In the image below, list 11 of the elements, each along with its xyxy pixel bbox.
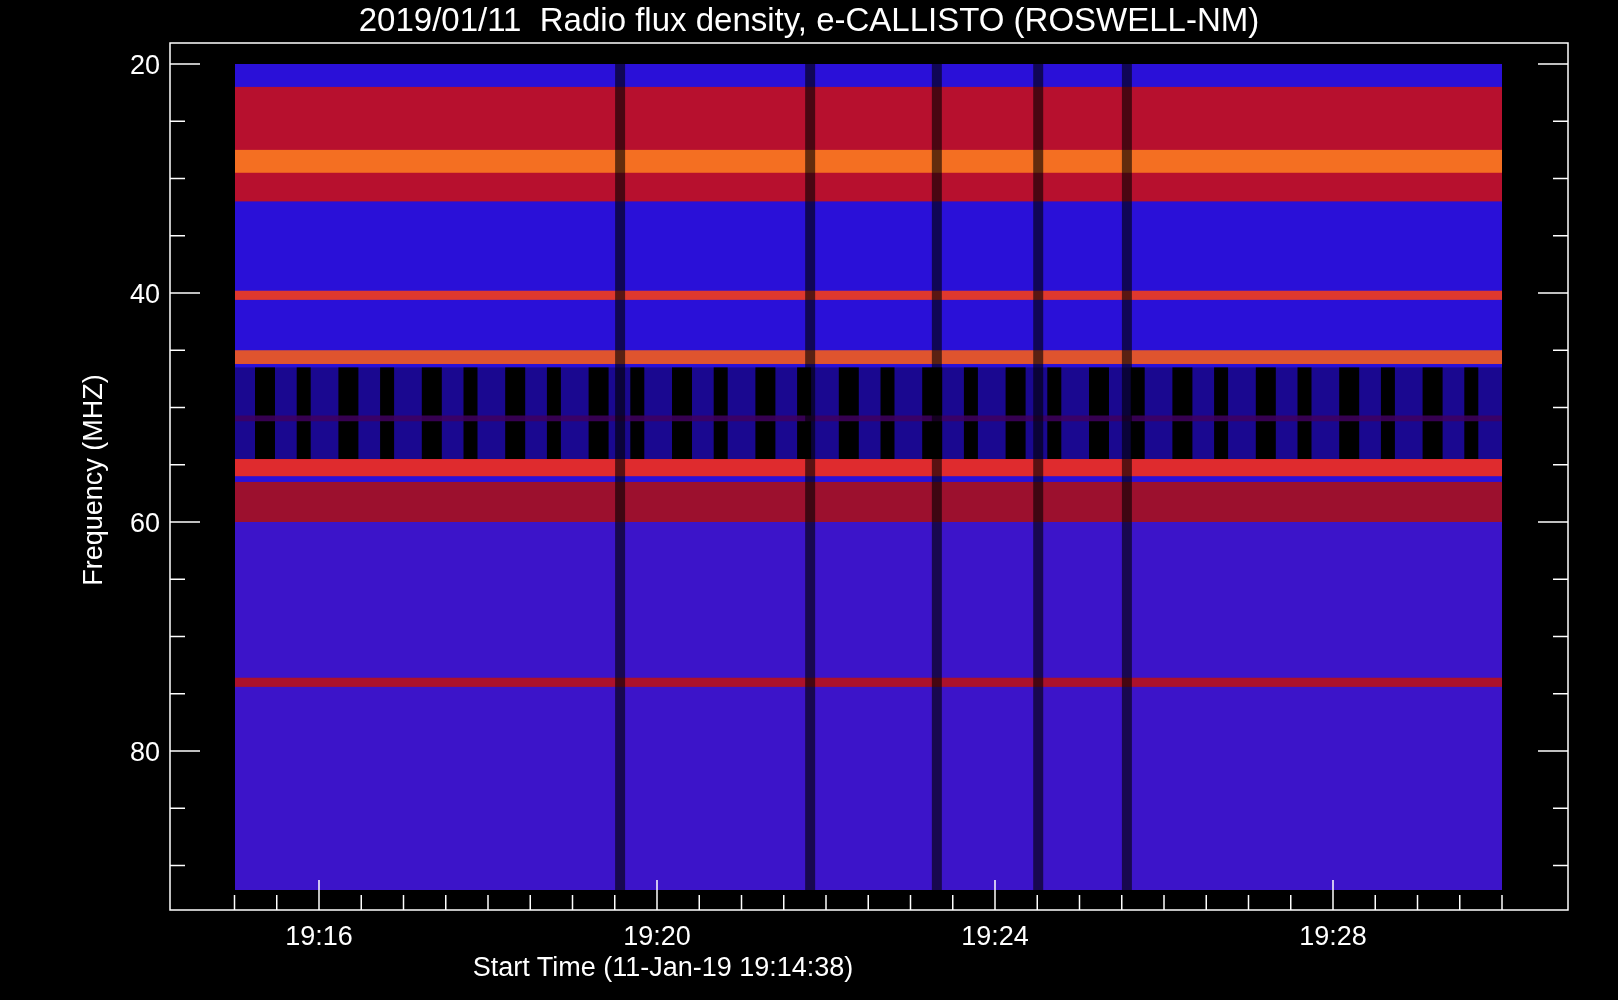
x-axis-label: Start Time (11-Jan-19 19:14:38) xyxy=(472,952,854,982)
y-axis-label: Frequency (MHZ) xyxy=(78,374,108,586)
chart-title: 2019/01/11 Radio flux density, e-CALLISTO (ROSWELL-NM) xyxy=(358,1,1260,38)
x-tick-label: 19:20 xyxy=(623,921,691,951)
y-tick-label: 80 xyxy=(129,737,160,767)
y-tick-label: 20 xyxy=(129,50,160,80)
x-tick-label: 19:28 xyxy=(1299,921,1367,951)
y-tick-label: 40 xyxy=(129,279,160,309)
x-tick-label: 19:24 xyxy=(961,921,1029,951)
x-tick-label: 19:16 xyxy=(285,921,353,951)
y-tick-label: 60 xyxy=(129,508,160,538)
